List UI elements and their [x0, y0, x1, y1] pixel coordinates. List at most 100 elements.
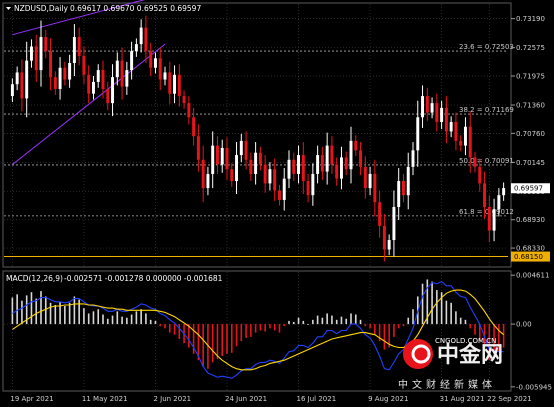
macd-bar: [178, 324, 181, 339]
macd-bar: [126, 317, 128, 325]
fib-levels: 23.6 = 0.72503 38.2 = 0.71169 50.0 = 0.700…: [4, 43, 514, 217]
brand-url: CNGOLD.COM.CN: [435, 337, 496, 345]
fib-label: 38.2 = 0.71169: [459, 106, 514, 114]
macd-bar: [469, 324, 472, 329]
candle-body: [277, 190, 281, 200]
macd-line: [12, 280, 504, 379]
macd-bar: [168, 324, 171, 333]
fib-label: 23.6 = 0.72503: [459, 43, 514, 51]
candle-body: [192, 117, 196, 137]
macd-bar: [273, 324, 276, 331]
macd-bar: [11, 297, 14, 325]
candle-body: [263, 164, 267, 184]
candle-body: [39, 37, 43, 71]
macd-bar: [316, 315, 319, 325]
candle-body: [440, 107, 444, 123]
macd-bar: [364, 324, 367, 327]
candle-body: [225, 147, 229, 170]
candle-body: [339, 157, 343, 179]
candle-body: [268, 169, 272, 184]
candle-body: [239, 140, 243, 156]
candle-body: [382, 225, 386, 250]
macd-bar: [264, 324, 266, 332]
macd-bar: [459, 317, 462, 325]
time-tick-label: 11 May 2021: [82, 395, 128, 403]
candle-body: [359, 150, 363, 167]
candle-body: [297, 155, 301, 174]
candle-body: [215, 145, 219, 165]
macd-bar: [259, 324, 262, 331]
candle-body: [82, 55, 86, 75]
candle-body: [368, 173, 372, 189]
candle-body: [44, 37, 48, 52]
price-tick-label: 0.71975: [516, 72, 545, 80]
candle-body: [421, 96, 425, 118]
macd-bar: [278, 324, 281, 333]
candle-body: [311, 173, 315, 196]
candle-body: [163, 72, 167, 80]
candle-body: [459, 140, 463, 146]
macd-bar: [154, 320, 157, 325]
candle-body: [177, 74, 181, 97]
macd-bar: [407, 317, 410, 325]
macd-bar: [474, 324, 476, 335]
candle-body: [316, 155, 320, 174]
candle-body: [344, 157, 348, 170]
time-tick-label: 19 Apr 2021: [10, 395, 53, 403]
candle-body: [282, 178, 286, 200]
macd-bar: [130, 314, 133, 325]
macd-bar: [145, 313, 147, 325]
time-tick-label: 9 Aug 2021: [368, 395, 408, 403]
macd-bar: [135, 311, 138, 325]
support-price-badge: 0.68150: [514, 253, 543, 261]
macd-bar: [397, 324, 400, 329]
candle-body: [468, 126, 472, 158]
candle-body: [182, 96, 186, 104]
macd-bar: [54, 304, 57, 325]
dropdown-triangle-icon[interactable]: [6, 7, 11, 10]
candle-body: [20, 72, 24, 99]
price-tick-label: 0.68930: [516, 216, 545, 224]
macd-bar: [393, 324, 395, 337]
candle-body: [435, 103, 439, 123]
candle-body: [254, 152, 258, 174]
candle-body: [444, 107, 448, 132]
macd-bar: [21, 300, 23, 325]
macd-bar: [240, 324, 243, 342]
macd-bar: [159, 324, 162, 327]
macd-bar: [383, 324, 386, 350]
candle-body: [144, 27, 148, 52]
macd-bar: [431, 281, 433, 325]
candle-body: [354, 140, 358, 151]
candle-body: [87, 74, 91, 94]
candle-body: [15, 72, 19, 85]
macd-bar: [230, 324, 233, 353]
macd-bar: [340, 316, 343, 325]
macd-bar: [254, 324, 257, 333]
macd-bar: [402, 324, 405, 327]
candle-body: [397, 181, 401, 207]
macd-bar: [73, 296, 76, 325]
candle-body: [201, 159, 205, 189]
candle-body: [53, 77, 57, 89]
macd-bar: [49, 302, 52, 325]
macd-bar: [269, 324, 271, 329]
macd-bar: [116, 311, 119, 325]
candle-body: [473, 157, 477, 167]
macd-bar: [106, 318, 109, 325]
candle-body: [58, 67, 62, 89]
price-axis-ticks: 0.73190 0.72575 0.71975 0.71360 0.70760 0.701…: [511, 15, 545, 253]
candle-body: [449, 122, 453, 132]
candle-body: [411, 150, 415, 167]
macd-bar: [288, 320, 290, 325]
candle-body: [96, 70, 100, 82]
price-tick-label: 0.70760: [516, 130, 545, 138]
candle-body: [373, 173, 377, 203]
macd-bar: [350, 313, 352, 325]
candle-body: [168, 72, 172, 94]
price-tick-label: 0.71360: [516, 102, 545, 110]
macd-bar: [78, 299, 80, 325]
candle-body: [63, 67, 67, 80]
candle-body: [34, 46, 38, 71]
macd-bar: [245, 324, 247, 338]
